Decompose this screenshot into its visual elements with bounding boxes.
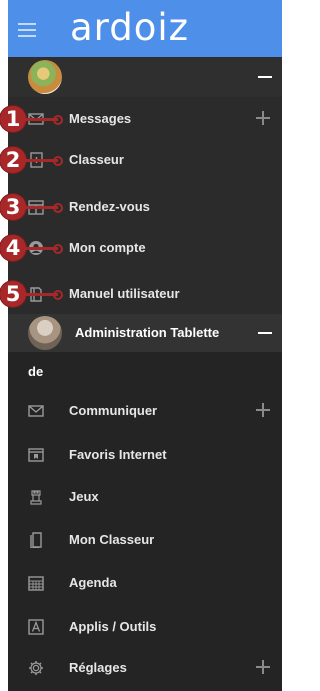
menu-item-label: Classeur (69, 152, 124, 167)
avatar (28, 316, 62, 350)
minus-icon[interactable] (258, 332, 272, 334)
bookmark-browser-icon (28, 447, 44, 463)
annotation-pointer (22, 156, 63, 166)
documents-icon (28, 532, 44, 548)
menu-item-label: Messages (69, 111, 132, 126)
menu-item-label: Communiquer (69, 403, 158, 418)
menu-item-applis-outils[interactable]: Applis / Outils (8, 607, 282, 647)
minus-icon[interactable] (258, 76, 272, 78)
annotation-pointer (22, 203, 63, 213)
chess-rook-icon (28, 489, 44, 505)
admin-name-continuation: de (28, 364, 44, 379)
plus-icon[interactable] (256, 660, 270, 674)
ardoiz-sidebar-screen: ardoiz Messages Classeur Rendez-vous Mon… (0, 0, 282, 691)
menu-item-favoris-internet[interactable]: Favoris Internet (8, 435, 282, 475)
menu-item-mon-classeur[interactable]: Mon Classeur (8, 520, 282, 560)
menu-item-label: Favoris Internet (69, 447, 167, 462)
envelope-icon (28, 403, 44, 419)
menu-item-label: Applis / Outils (69, 619, 157, 634)
brand-logo: ardoiz (70, 6, 190, 49)
menu-item-label: Mon compte (69, 240, 146, 255)
admin-profile-row[interactable]: Administration Tablette (8, 314, 282, 352)
admin-name: Administration Tablette (75, 325, 220, 340)
calendar-grid-icon (28, 575, 44, 591)
top-bar: ardoiz (8, 0, 282, 57)
menu-item-communiquer[interactable]: Communiquer (8, 391, 282, 431)
annotation-pointer (22, 290, 63, 300)
plus-icon[interactable] (256, 403, 270, 417)
gear-icon (28, 660, 44, 676)
menu-item-label: Manuel utilisateur (69, 286, 180, 301)
menu-item-label: Rendez-vous (69, 199, 150, 214)
annotation-pointer (22, 115, 63, 125)
avatar (28, 60, 62, 94)
menu-item-label: Agenda (69, 575, 117, 590)
menu-item-jeux[interactable]: Jeux (8, 477, 282, 517)
app-letter-a-icon (28, 619, 44, 635)
annotation-pointer (22, 244, 63, 254)
menu-item-label: Réglages (69, 660, 127, 675)
menu-item-label: Mon Classeur (69, 532, 155, 547)
menu-item-label: Jeux (69, 489, 99, 504)
menu-item-agenda[interactable]: Agenda (8, 563, 282, 603)
menu-item-reglages[interactable]: Réglages (8, 648, 282, 688)
hamburger-icon[interactable] (18, 23, 36, 37)
plus-icon[interactable] (256, 111, 270, 125)
user-profile-row[interactable] (8, 57, 282, 97)
